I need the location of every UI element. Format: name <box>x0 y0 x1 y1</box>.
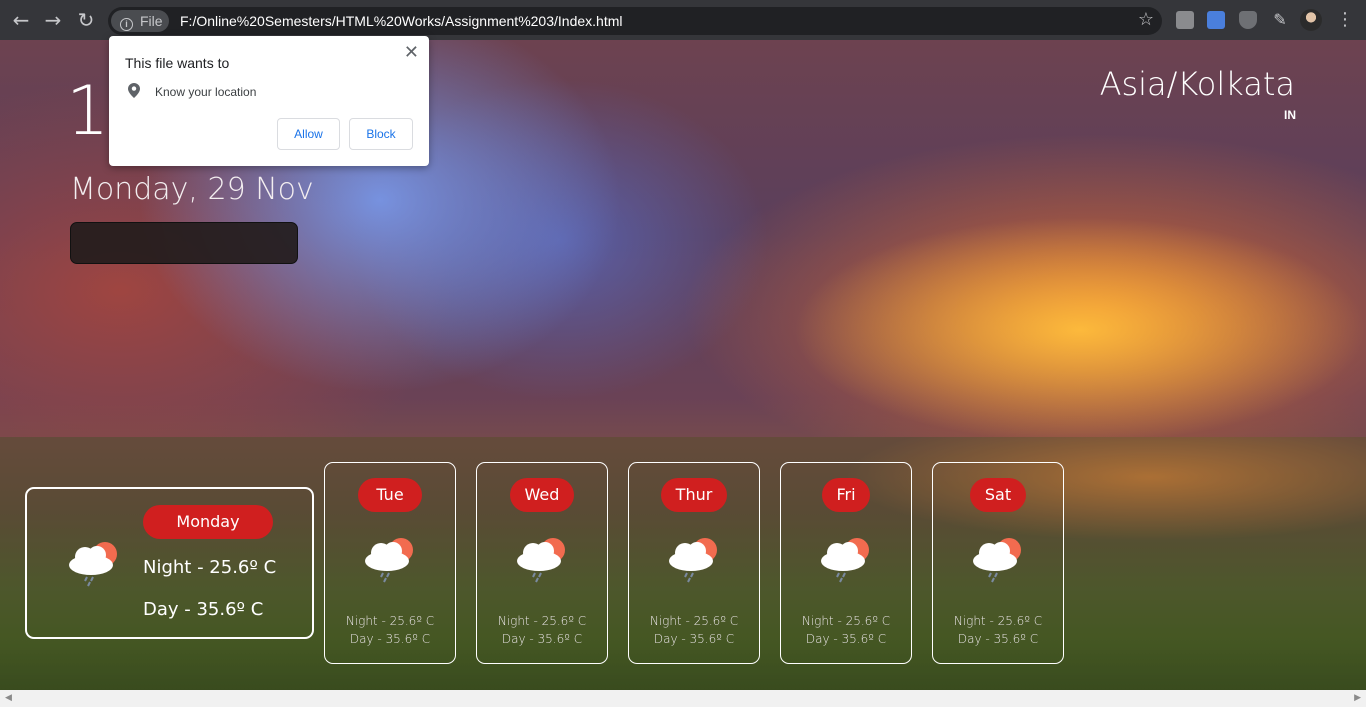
horizontal-scrollbar[interactable]: ◀ ▶ <box>0 690 1366 707</box>
extensions-puzzle-icon[interactable]: ✎ <box>1268 8 1292 32</box>
day-temp: Day - 35.6º C <box>957 632 1039 646</box>
day-temp: Day - 35.6º C <box>143 599 264 620</box>
night-temp: Night - 25.6º C <box>953 614 1043 628</box>
bookmark-star-icon[interactable]: ☆ <box>1138 9 1154 30</box>
day-pill: Fri <box>822 478 870 512</box>
night-temp: Night - 25.6º C <box>801 614 891 628</box>
forecast-card-wed: Wed Night - 25.6º C Day - 35.6º C <box>476 462 608 664</box>
forecast-card-thur: Thur Night - 25.6º C Day - 35.6º C <box>628 462 760 664</box>
night-temp: Night - 25.6º C <box>345 614 435 628</box>
cloud-sun-rain-icon <box>669 538 717 583</box>
shield-extension-icon[interactable] <box>1239 11 1257 29</box>
day-pill: Monday <box>143 505 273 539</box>
menu-icon[interactable]: ⋮ <box>1336 8 1354 32</box>
day-temp: Day - 35.6º C <box>501 632 583 646</box>
popup-title: This file wants to <box>125 55 230 71</box>
browser-toolbar: ← → ↻ i File F:/Online%20Semesters/HTML%2… <box>0 0 1366 40</box>
weather-info-box <box>70 222 298 264</box>
file-label: File <box>140 13 163 29</box>
day-pill: Sat <box>970 478 1026 512</box>
forecast-card-sat: Sat Night - 25.6º C Day - 35.6º C <box>932 462 1064 664</box>
forward-icon[interactable]: → <box>41 8 65 32</box>
pdf-extension-icon[interactable] <box>1176 11 1194 29</box>
address-bar[interactable]: i File F:/Online%20Semesters/HTML%20Works… <box>108 7 1162 35</box>
block-button[interactable]: Block <box>349 118 413 150</box>
day-pill: Wed <box>510 478 574 512</box>
timezone-label: Asia/Kolkata <box>1099 65 1295 103</box>
forecast-card-fri: Fri Night - 25.6º C Day - 35.6º C <box>780 462 912 664</box>
night-temp: Night - 25.6º C <box>143 557 277 578</box>
cloud-sun-rain-icon <box>973 538 1021 583</box>
allow-button[interactable]: Allow <box>277 118 340 150</box>
close-icon[interactable]: ✕ <box>404 42 419 63</box>
night-temp: Night - 25.6º C <box>497 614 587 628</box>
forecast-card-tue: Tue Night - 25.6º C Day - 35.6º C <box>324 462 456 664</box>
day-temp: Day - 35.6º C <box>653 632 735 646</box>
cloud-sun-rain-icon <box>821 538 869 583</box>
profile-avatar[interactable] <box>1300 9 1322 31</box>
day-temp: Day - 35.6º C <box>349 632 431 646</box>
country-code: IN <box>1284 108 1296 122</box>
permission-label: Know your location <box>155 85 257 99</box>
scroll-left-icon[interactable]: ◀ <box>5 693 12 703</box>
info-icon: i <box>120 18 133 31</box>
day-pill: Thur <box>661 478 727 512</box>
cloud-sun-rain-icon <box>365 538 413 583</box>
day-pill: Tue <box>358 478 422 512</box>
reload-icon[interactable]: ↻ <box>74 8 98 32</box>
cloud-sun-rain-icon <box>517 538 565 583</box>
current-date: Monday, 29 Nov <box>70 172 314 207</box>
scroll-right-icon[interactable]: ▶ <box>1354 693 1361 703</box>
back-icon[interactable]: ← <box>9 8 33 32</box>
url-text[interactable]: F:/Online%20Semesters/HTML%20Works/Assig… <box>180 11 622 31</box>
translate-extension-icon[interactable] <box>1207 11 1225 29</box>
location-permission-popup: This file wants to ✕ Know your location … <box>109 36 429 166</box>
cloud-sun-rain-icon <box>69 542 117 587</box>
today-forecast-card: Monday Night - 25.6º C Day - 35.6º C <box>25 487 314 639</box>
day-temp: Day - 35.6º C <box>805 632 887 646</box>
location-pin-icon <box>128 83 140 98</box>
site-info-chip[interactable]: i File <box>111 10 169 32</box>
night-temp: Night - 25.6º C <box>649 614 739 628</box>
